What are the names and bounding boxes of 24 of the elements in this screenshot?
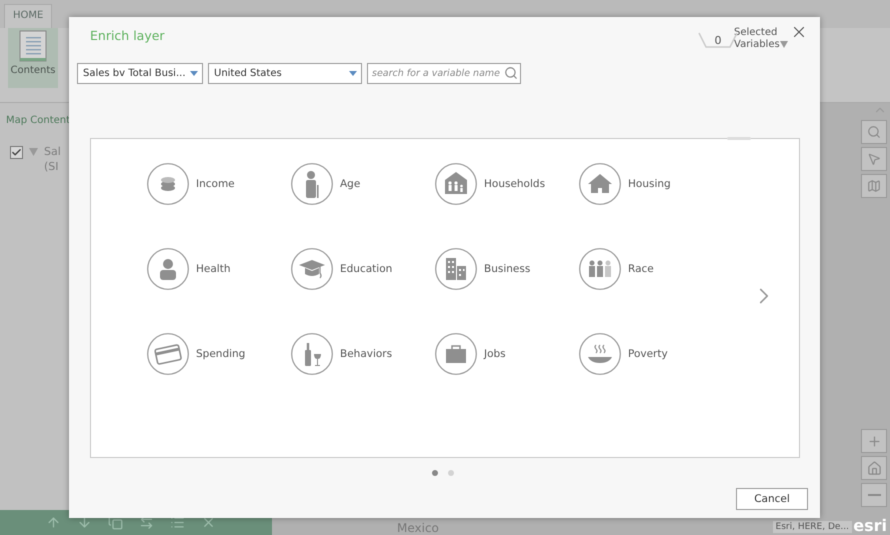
selected-variables-label[interactable]: Selected Variables	[734, 27, 780, 51]
dialog-title: Enrich layer	[89, 27, 165, 43]
category-button[interactable]: Education	[291, 247, 435, 290]
category-button[interactable]: Race	[579, 247, 723, 290]
category-button[interactable]: Spending	[147, 332, 291, 375]
logo: esri	[853, 516, 887, 535]
category-button[interactable]: Business	[435, 247, 579, 290]
category-button[interactable]: Health	[147, 247, 291, 290]
dropdown[interactable]: Sales bv Total Busi...	[77, 63, 203, 84]
category-button[interactable]: Age	[291, 162, 435, 205]
category-button[interactable]: Poverty	[579, 332, 723, 375]
cancel-button[interactable]: Cancel	[736, 488, 808, 510]
category-button[interactable]: Households	[435, 162, 579, 205]
dropdown[interactable]: United States	[208, 63, 362, 84]
layer-name: Sal (SI	[44, 144, 61, 174]
map-label: Mexico	[397, 521, 439, 535]
category-button[interactable]: Behaviors	[291, 332, 435, 375]
attribution-text: Esri, HERE, De...	[772, 521, 852, 533]
search-field[interactable]: search for a variable name	[367, 63, 521, 84]
panel-title: Map Content	[5, 114, 72, 126]
category-button[interactable]: Income	[147, 162, 291, 205]
contents-button[interactable]: Contents	[8, 28, 58, 88]
category-button[interactable]: Housing	[579, 162, 723, 205]
category-button[interactable]: Jobs	[435, 332, 579, 375]
